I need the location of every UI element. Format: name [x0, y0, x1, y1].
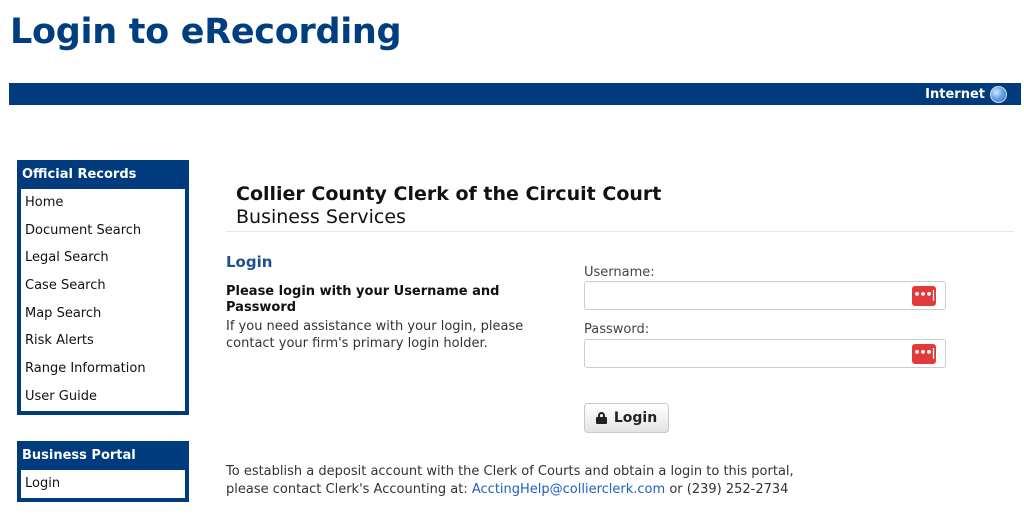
- password-input[interactable]: [584, 339, 946, 368]
- username-input[interactable]: [584, 281, 946, 310]
- page-title: Login to eRecording: [10, 12, 402, 52]
- nav-item-case-search[interactable]: Case Search: [21, 272, 185, 300]
- official-records-nav: Official Records Home Document Search Le…: [17, 160, 189, 415]
- nav-item-legal-search[interactable]: Legal Search: [21, 244, 185, 272]
- password-manager-icon[interactable]: •••|: [912, 344, 936, 364]
- nav-item-login[interactable]: Login: [21, 470, 185, 498]
- zone-label: Internet: [925, 87, 985, 102]
- business-portal-nav: Business Portal Login: [17, 441, 189, 502]
- org-subtitle: Business Services: [236, 206, 406, 228]
- footer-line-1: To establish a deposit account with the …: [226, 464, 794, 479]
- footer-line-2: please contact Clerk's Accounting at: Ac…: [226, 482, 789, 497]
- login-instruction: Please login with your Username and Pass…: [226, 284, 500, 315]
- login-section-title: Login: [226, 253, 273, 271]
- footer-text: To establish a deposit account with the …: [226, 463, 794, 499]
- password-manager-icon[interactable]: •••|: [912, 286, 936, 306]
- divider: [226, 231, 1014, 232]
- username-label: Username:: [584, 265, 655, 280]
- login-help-text: If you need assistance with your login, …: [226, 319, 524, 351]
- nav-item-home[interactable]: Home: [21, 189, 185, 217]
- nav-item-document-search[interactable]: Document Search: [21, 217, 185, 245]
- official-records-heading: Official Records: [22, 167, 137, 182]
- login-button[interactable]: Login: [584, 403, 669, 433]
- nav-item-risk-alerts[interactable]: Risk Alerts: [21, 327, 185, 355]
- top-bar: Internet: [9, 83, 1021, 105]
- accounting-email-link[interactable]: AcctingHelp@collierclerk.com: [472, 482, 665, 497]
- nav-item-map-search[interactable]: Map Search: [21, 300, 185, 328]
- security-zone: Internet: [925, 86, 1007, 103]
- nav-item-range-information[interactable]: Range Information: [21, 355, 185, 383]
- nav-item-user-guide[interactable]: User Guide: [21, 383, 185, 411]
- login-button-label: Login: [613, 410, 658, 426]
- lock-icon: [595, 412, 607, 424]
- globe-icon: [990, 86, 1007, 103]
- business-portal-heading: Business Portal: [22, 448, 136, 463]
- password-label: Password:: [584, 322, 650, 337]
- org-title: Collier County Clerk of the Circuit Cour…: [236, 183, 662, 205]
